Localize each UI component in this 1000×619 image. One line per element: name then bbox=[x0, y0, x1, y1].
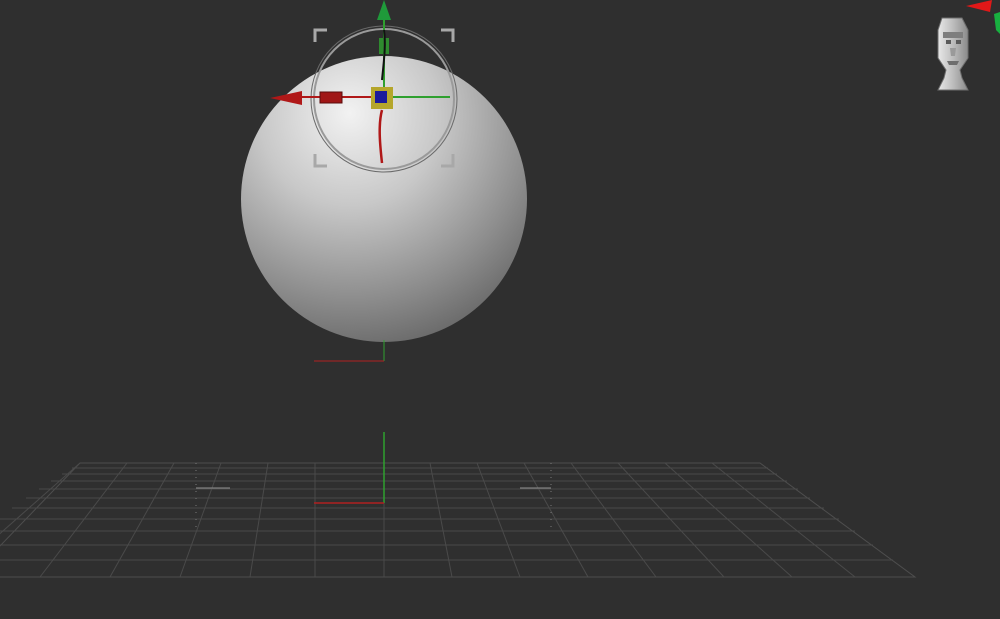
3d-viewport[interactable] bbox=[0, 0, 1000, 619]
gizmo-red-handle[interactable] bbox=[319, 91, 343, 104]
gizmo-y-arrow[interactable] bbox=[377, 0, 391, 20]
viewport-canvas[interactable] bbox=[0, 0, 1000, 619]
sphere-pivot-axis bbox=[314, 340, 385, 362]
grid-guides bbox=[195, 463, 552, 530]
floor-grid bbox=[0, 462, 917, 578]
navigation-head-icon[interactable] bbox=[937, 17, 969, 91]
orientation-axis-indicator bbox=[966, 0, 1000, 34]
